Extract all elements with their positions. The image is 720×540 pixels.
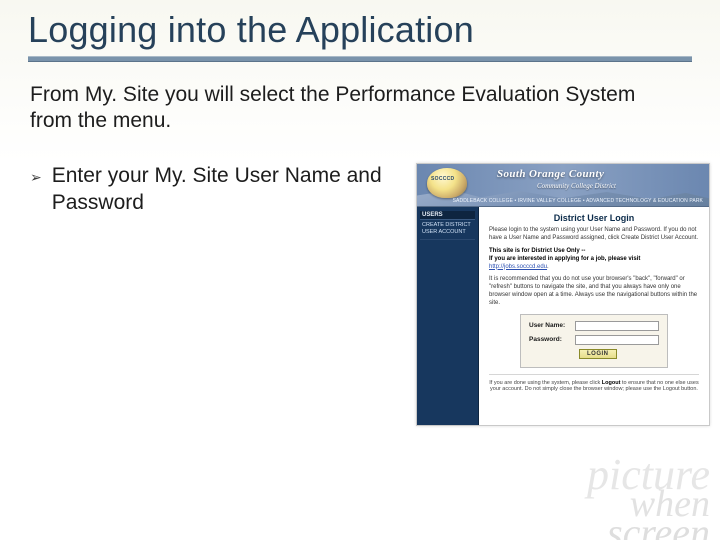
logout-footnote: If you are done using the system, please… — [489, 374, 699, 394]
banner-colleges-line: SADDLEBACK COLLEGE • IRVINE VALLEY COLLE… — [453, 198, 703, 204]
banner-subtitle: Community College District — [537, 182, 616, 190]
sidebar-header: USERS — [420, 211, 475, 220]
screenshot-body: USERS CREATE DISTRICT USER ACCOUNT Distr… — [417, 207, 709, 425]
browser-recommendation: It is recommended that you do not use yo… — [489, 276, 699, 307]
banner: South Orange County Community College Di… — [417, 164, 709, 207]
login-button[interactable]: LOGIN — [579, 349, 617, 359]
bullet-column: ➢ Enter your My. Site User Name and Pass… — [30, 163, 400, 426]
footnote-bold: Logout — [602, 380, 621, 386]
main-panel: District User Login Please login to the … — [479, 207, 709, 425]
bullet-text: Enter your My. Site User Name and Passwo… — [52, 163, 400, 216]
bullet-item: ➢ Enter your My. Site User Name and Pass… — [30, 163, 400, 216]
login-instructions: Please login to the system using your Us… — [489, 227, 699, 243]
ghost-words: picture when screen — [587, 456, 720, 540]
ghost-word-2: when — [587, 488, 710, 520]
arrow-bullet-icon: ➢ — [30, 169, 42, 187]
apply-lead: If you are interested in applying for a … — [489, 256, 640, 262]
ghost-word-3: screen — [587, 516, 710, 540]
apply-trail: . — [547, 264, 549, 270]
screenshot-column: South Orange County Community College Di… — [400, 163, 710, 426]
login-box: User Name: Password: LOGIN — [520, 314, 668, 368]
intro-text: From My. Site you will select the Perfor… — [0, 68, 680, 136]
username-row: User Name: — [529, 321, 659, 331]
jobs-link[interactable]: http://jobs.socccd.edu — [489, 264, 547, 270]
sidebar: USERS CREATE DISTRICT USER ACCOUNT — [417, 207, 479, 425]
district-only-bold: This site is for District Use Only -- — [489, 248, 585, 254]
page-title: Logging into the Application — [28, 10, 692, 50]
password-label: Password: — [529, 336, 571, 343]
username-input[interactable] — [575, 321, 659, 331]
banner-title: South Orange County — [497, 168, 604, 180]
panel-title: District User Login — [489, 213, 699, 223]
district-seal-icon — [427, 168, 467, 198]
login-button-row: LOGIN — [529, 349, 659, 359]
password-row: Password: — [529, 335, 659, 345]
title-area: Logging into the Application — [0, 0, 720, 68]
embedded-screenshot: South Orange County Community College Di… — [416, 163, 710, 426]
content-row: ➢ Enter your My. Site User Name and Pass… — [0, 135, 720, 426]
district-only-note: This site is for District Use Only -- If… — [489, 248, 699, 271]
password-input[interactable] — [575, 335, 659, 345]
title-underline — [28, 56, 692, 62]
slide: Logging into the Application From My. Si… — [0, 0, 720, 540]
sidebar-item-create-account[interactable]: CREATE DISTRICT USER ACCOUNT — [420, 220, 475, 240]
ghost-word-1: picture — [587, 456, 710, 493]
username-label: User Name: — [529, 322, 571, 329]
footnote-lead: If you are done using the system, please… — [489, 380, 602, 386]
